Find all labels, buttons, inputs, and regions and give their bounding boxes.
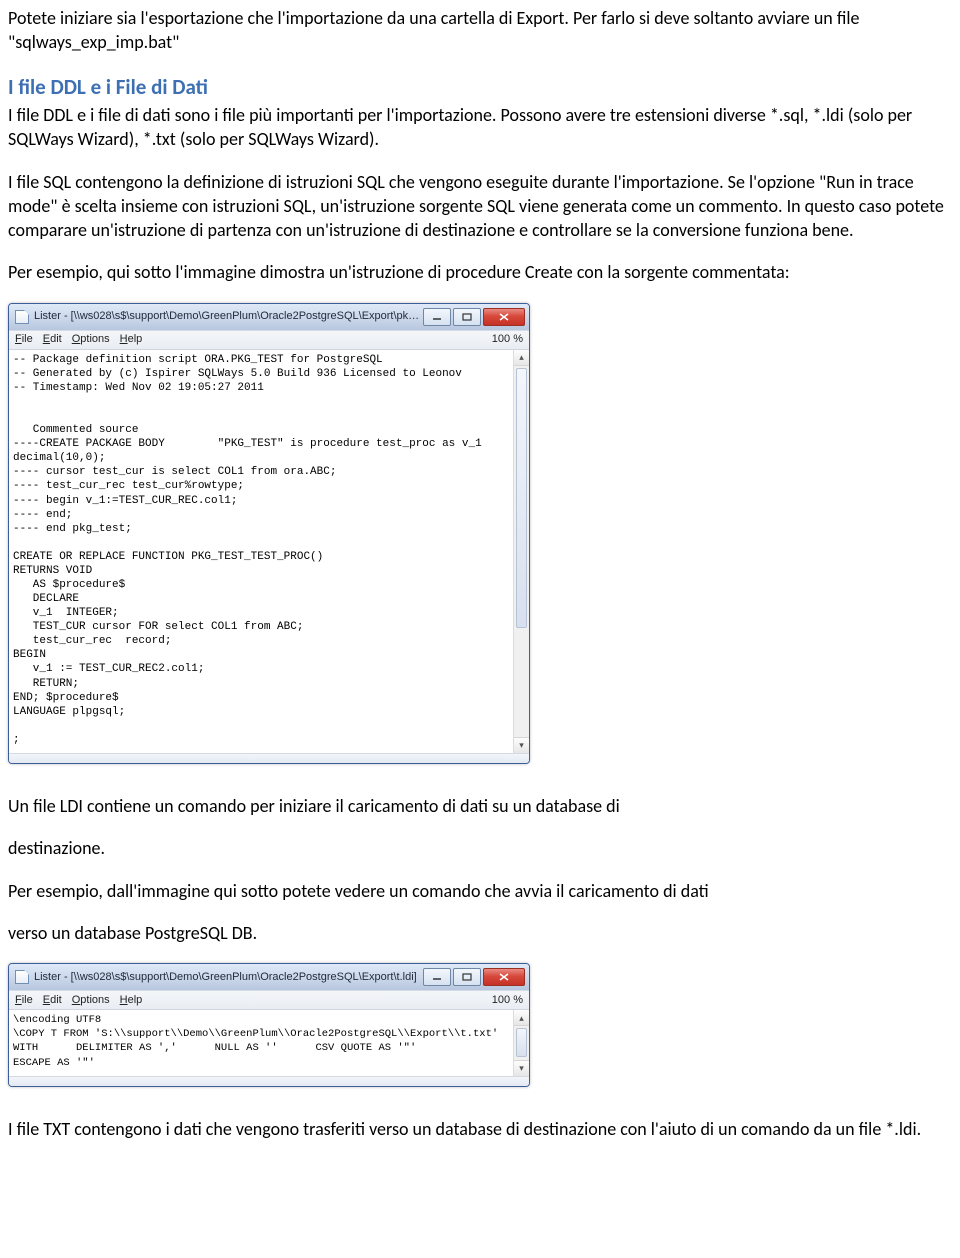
menu-help[interactable]: Help — [120, 993, 143, 1008]
paragraph-example-intro: Per esempio, qui sotto l'immagine dimost… — [8, 260, 952, 284]
scroll-thumb[interactable] — [516, 1028, 527, 1057]
paragraph-ldi-dest: destinazione. — [8, 836, 952, 860]
paragraph-ldi-postgres: verso un database PostgreSQL DB. — [8, 921, 952, 945]
close-button[interactable] — [483, 968, 525, 986]
paragraph-intro: Potete iniziare sia l'esportazione che l… — [8, 6, 952, 55]
heading-ddl-dati: I file DDL e i File di Dati — [8, 73, 952, 101]
window-title: Lister - [\\ws028\s$\support\Demo\GreenP… — [34, 970, 421, 985]
paragraph-ldi-example: Per esempio, dall'immagine qui sotto pot… — [8, 879, 952, 903]
menu-options[interactable]: Options — [72, 332, 110, 347]
titlebar[interactable]: Lister - [\\ws028\s$\support\Demo\GreenP… — [9, 964, 529, 990]
menu-options[interactable]: Options — [72, 993, 110, 1008]
zoom-percent: 100 % — [492, 332, 523, 347]
scroll-thumb[interactable] — [516, 368, 527, 628]
lister-window-tldi: Lister - [\\ws028\s$\support\Demo\GreenP… — [8, 963, 530, 1087]
paragraph-ldi: Un file LDI contiene un comando per iniz… — [8, 794, 952, 818]
menubar: File Edit Options Help 100 % — [9, 330, 529, 350]
maximize-button[interactable] — [453, 968, 481, 986]
maximize-button[interactable] — [453, 308, 481, 326]
minimize-button[interactable] — [423, 308, 451, 326]
vertical-scrollbar[interactable]: ▴ ▾ — [513, 350, 529, 753]
menu-help[interactable]: Help — [120, 332, 143, 347]
minimize-button[interactable] — [423, 968, 451, 986]
vertical-scrollbar[interactable]: ▴ ▾ — [513, 1010, 529, 1076]
paragraph-txt: I file TXT contengono i dati che vengono… — [8, 1117, 952, 1141]
code-content[interactable]: -- Package definition script ORA.PKG_TES… — [9, 350, 513, 753]
lister-window-pkgtest: Lister - [\\ws028\s$\support\Demo\GreenP… — [8, 303, 530, 764]
close-button[interactable] — [483, 308, 525, 326]
menu-edit[interactable]: Edit — [43, 993, 62, 1008]
menubar: File Edit Options Help 100 % — [9, 990, 529, 1010]
menu-file[interactable]: File — [15, 993, 33, 1008]
scroll-down-icon[interactable]: ▾ — [514, 737, 529, 753]
menu-file[interactable]: File — [15, 332, 33, 347]
code-content[interactable]: \encoding UTF8 \COPY T FROM 'S:\\support… — [9, 1010, 513, 1076]
statusbar — [9, 1076, 529, 1086]
paragraph-ddl-extensions: I file DDL e i file di dati sono i file … — [8, 103, 952, 152]
titlebar[interactable]: Lister - [\\ws028\s$\support\Demo\GreenP… — [9, 304, 529, 330]
paragraph-sql-definition: I file SQL contengono la definizione di … — [8, 170, 952, 243]
document-icon — [15, 970, 29, 984]
menu-edit[interactable]: Edit — [43, 332, 62, 347]
scroll-up-icon[interactable]: ▴ — [514, 350, 529, 366]
zoom-percent: 100 % — [492, 993, 523, 1008]
document-icon — [15, 310, 29, 324]
scroll-up-icon[interactable]: ▴ — [514, 1010, 529, 1026]
statusbar — [9, 753, 529, 763]
window-title: Lister - [\\ws028\s$\support\Demo\GreenP… — [34, 309, 421, 324]
scroll-down-icon[interactable]: ▾ — [514, 1060, 529, 1076]
